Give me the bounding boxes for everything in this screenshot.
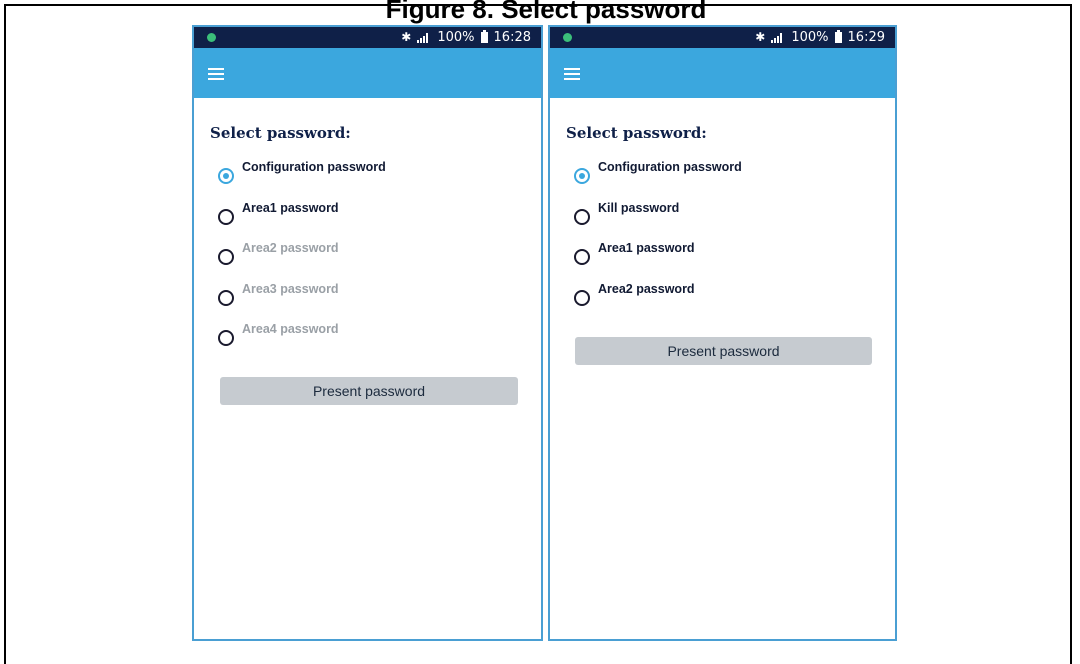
radio-button[interactable] xyxy=(218,208,234,225)
option-label[interactable]: Area1 password xyxy=(242,201,339,215)
battery-icon xyxy=(834,30,842,43)
radio-button xyxy=(218,330,234,346)
radio-button[interactable] xyxy=(218,168,234,184)
radio-button[interactable] xyxy=(574,168,590,184)
bluetooth-icon: ✱ xyxy=(401,30,412,44)
status-bar: ✱ 100% 16:28 xyxy=(194,27,541,48)
signal-icon xyxy=(417,32,431,43)
option-label[interactable]: Area1 password xyxy=(598,241,695,255)
status-bar: ✱ 100% 16:29 xyxy=(550,27,895,48)
notification-dot-icon xyxy=(563,33,572,42)
option-area4-password: Area4 password xyxy=(210,322,541,363)
menu-icon[interactable] xyxy=(564,68,580,80)
option-label: Area2 password xyxy=(242,241,339,255)
battery-percent: 100% xyxy=(437,30,475,45)
radio-button[interactable] xyxy=(574,289,590,306)
option-label[interactable]: Area2 password xyxy=(598,282,695,296)
option-kill-password[interactable]: Kill password xyxy=(566,201,895,242)
option-area2-password[interactable]: Area2 password xyxy=(566,282,895,323)
phone-screen-1: ✱ 100% 16:28 Select password: Configurat… xyxy=(192,25,543,641)
option-label: Area4 password xyxy=(242,322,339,336)
present-password-button[interactable]: Present password xyxy=(575,337,872,365)
signal-icon xyxy=(771,32,785,43)
radio-button xyxy=(218,249,234,265)
option-label[interactable]: Configuration password xyxy=(598,160,742,174)
password-form: Select password: Configuration password … xyxy=(550,98,895,322)
battery-percent: 100% xyxy=(791,30,829,45)
option-configuration-password[interactable]: Configuration password xyxy=(210,160,541,201)
radio-button xyxy=(218,289,234,306)
phone-screen-2: ✱ 100% 16:29 Select password: Configurat… xyxy=(548,25,897,641)
notification-dot-icon xyxy=(207,33,216,42)
select-password-heading: Select password: xyxy=(210,124,351,142)
radio-button[interactable] xyxy=(574,249,590,265)
figure-title: Figure 8. Select password xyxy=(385,0,707,24)
option-label[interactable]: Configuration password xyxy=(242,160,386,174)
option-configuration-password[interactable]: Configuration password xyxy=(566,160,895,201)
bluetooth-icon: ✱ xyxy=(755,30,766,44)
app-bar xyxy=(194,48,541,98)
battery-icon xyxy=(480,30,488,43)
password-form: Select password: Configuration password … xyxy=(194,98,541,363)
app-bar xyxy=(550,48,895,98)
status-time: 16:28 xyxy=(493,30,531,45)
option-label: Area3 password xyxy=(242,281,339,296)
option-area3-password: Area3 password xyxy=(210,282,541,323)
radio-button[interactable] xyxy=(574,208,590,225)
menu-icon[interactable] xyxy=(208,68,224,80)
status-time: 16:29 xyxy=(847,30,885,45)
option-area2-password: Area2 password xyxy=(210,241,541,282)
option-area1-password[interactable]: Area1 password xyxy=(566,241,895,282)
option-label[interactable]: Kill password xyxy=(598,201,679,215)
present-password-button[interactable]: Present password xyxy=(220,377,518,405)
select-password-heading: Select password: xyxy=(566,124,707,142)
option-area1-password[interactable]: Area1 password xyxy=(210,201,541,242)
